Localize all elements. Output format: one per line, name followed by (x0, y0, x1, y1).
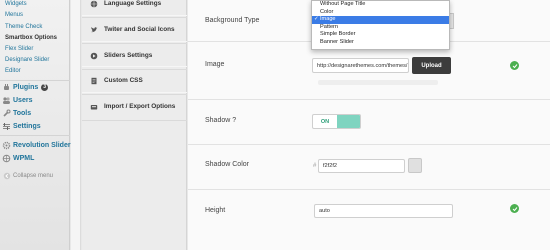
sidebar-gutter (71, 0, 81, 250)
shadow-toggle-label: ON (320, 118, 330, 125)
wp-admin-sidebar: Widgets Menus Theme Check Smartbox Optio… (0, 0, 71, 250)
check-mark-icon: ✓ (314, 16, 319, 22)
plug-icon (2, 83, 11, 92)
color-swatch[interactable] (408, 158, 422, 173)
opt-nav-custom-css[interactable]: Custom CSS (82, 66, 187, 95)
menu-wpml[interactable]: WPML (2, 153, 68, 164)
menu-settings-label: Settings (13, 123, 41, 130)
plugins-update-badge: 3 (41, 84, 49, 91)
menu-tools[interactable]: Tools (2, 108, 68, 119)
menu-settings[interactable]: Settings (2, 121, 68, 132)
submenu-smartbox-options[interactable]: Smartbox Options (5, 35, 57, 41)
document-icon (90, 77, 98, 85)
dropdown-option[interactable]: Without Page Title (312, 1, 449, 9)
menu-tools-label: Tools (13, 110, 32, 117)
shadow-color-label: Shadow Color (205, 161, 249, 168)
opt-nav-label: Custom CSS (104, 77, 143, 84)
row-height: Height (188, 190, 550, 250)
menu-separator (0, 80, 70, 81)
slider-icon (90, 52, 98, 60)
submenu-widgets[interactable]: Widgets (5, 1, 27, 7)
import-export-icon (90, 103, 98, 111)
menu-users[interactable]: Users (2, 95, 68, 106)
opt-nav-label: Language Settings (104, 0, 162, 7)
dropdown-option[interactable]: Pattern (312, 24, 449, 32)
submenu-theme-check[interactable]: Theme Check (5, 24, 42, 30)
menu-plugins-label: Plugins (13, 84, 39, 91)
menu-wpml-label: WPML (13, 155, 35, 162)
row-shadow: Shadow ? (188, 100, 550, 145)
image-label: Image (205, 61, 225, 68)
collapse-menu-label: Collapse menu (13, 172, 54, 179)
menu-revolution-slider[interactable]: Revolution Slider (2, 140, 71, 151)
menu-users-label: Users (13, 97, 33, 104)
color-hash-symbol: # (313, 163, 317, 169)
submenu-flex-slider[interactable]: Flex Slider (5, 46, 33, 52)
menu-revolution-slider-label: Revolution Slider (13, 142, 71, 149)
submenu-editor[interactable]: Editor (5, 68, 21, 74)
height-label: Height (205, 207, 226, 214)
height-input[interactable]: auto (314, 204, 453, 218)
dropdown-option[interactable]: Color (312, 9, 449, 17)
users-icon (2, 96, 11, 105)
dropdown-option-selected[interactable]: ✓ Image (312, 16, 449, 24)
opt-nav-twiter-social[interactable]: Twiter and Social Icons (82, 15, 187, 44)
globe-icon (90, 0, 98, 8)
shadow-label: Shadow ? (205, 117, 237, 124)
image-preview-placeholder (318, 80, 438, 85)
gear-icon (2, 141, 11, 150)
check-icon (510, 61, 519, 70)
opt-nav-import-export[interactable]: Import / Export Options (82, 92, 187, 121)
collapse-menu[interactable]: Collapse menu (2, 170, 68, 181)
image-url-input[interactable]: http://designarethemes.com/themes/ (312, 58, 409, 73)
opt-nav-label: Import / Export Options (104, 103, 176, 110)
check-icon (510, 204, 519, 213)
dropdown-option[interactable]: Simple Border (312, 31, 449, 39)
opt-nav-label: Twiter and Social Icons (104, 26, 175, 33)
shadow-color-input[interactable]: f2f2f2 (318, 159, 405, 173)
upload-button[interactable]: Upload (412, 57, 451, 74)
settings-icon (2, 122, 11, 131)
opt-nav-label: Sliders Settings (104, 52, 153, 59)
menu-plugins[interactable]: Plugins 3 (2, 82, 68, 93)
twitter-icon (90, 26, 98, 34)
background-type-label: Background Type (205, 17, 260, 24)
globe-icon (2, 154, 11, 163)
collapse-arrow-icon (2, 171, 11, 180)
wrench-icon (2, 109, 11, 118)
background-type-dropdown[interactable]: Without Page Title Color ✓ Image Pattern … (311, 0, 450, 50)
options-nav: Language Settings Twiter and Social Icon… (82, 0, 187, 250)
shadow-toggle[interactable]: ON (312, 114, 361, 129)
shadow-toggle-knob (337, 115, 360, 128)
menu-separator (0, 135, 70, 136)
submenu-designare-slider[interactable]: Designare Slider (5, 57, 49, 63)
dropdown-option[interactable]: Banner Slider (312, 39, 449, 47)
submenu-menus[interactable]: Menus (5, 12, 23, 18)
